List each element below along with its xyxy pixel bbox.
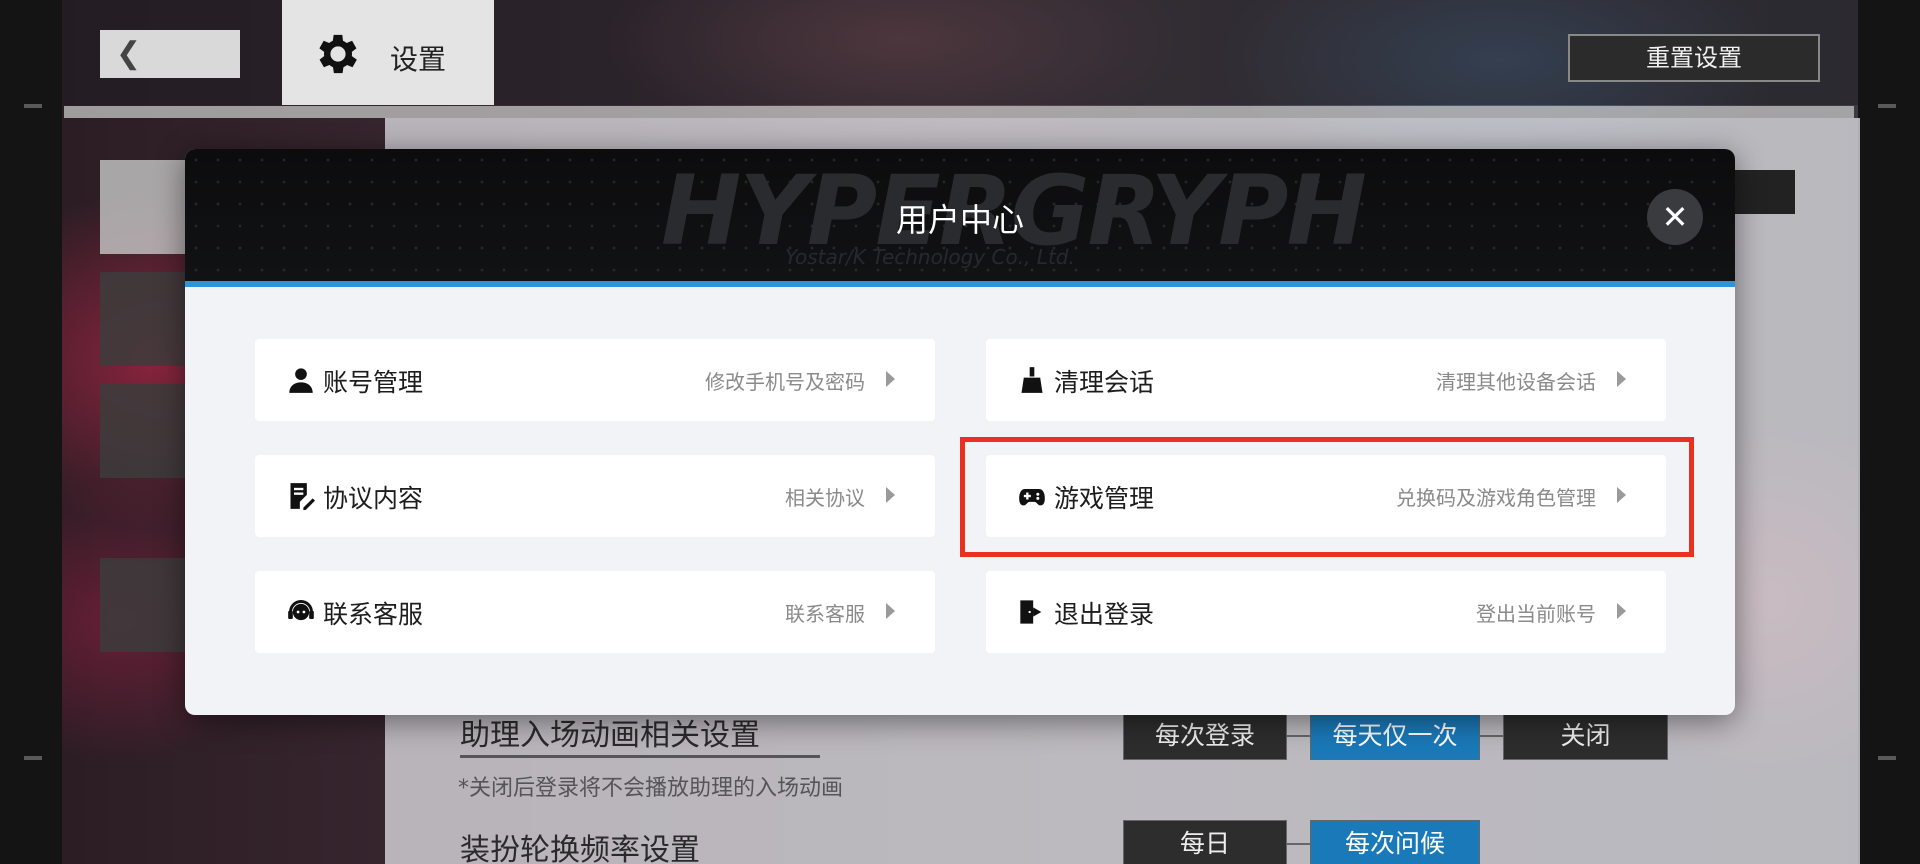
menu-item-account-management[interactable]: 账号管理 修改手机号及密码 (255, 339, 935, 421)
left-rail (0, 0, 62, 864)
option-daily[interactable]: 每日 (1123, 820, 1287, 864)
sidebar-item-controls[interactable] (100, 160, 186, 254)
option-once-daily[interactable]: 每天仅一次 (1310, 712, 1480, 760)
menu-item-desc: 清理其他设备会话 (1436, 370, 1596, 394)
menu-item-agreements[interactable]: 协议内容 相关协议 (255, 455, 935, 537)
sidebar-item-chat[interactable] (100, 384, 186, 478)
gear-icon (319, 34, 357, 74)
chevron-left-icon: ❮ (116, 37, 142, 70)
settings-tab-label: 设置 (390, 43, 447, 76)
chevron-right-icon (1617, 371, 1626, 387)
dialog-header: HYPERGRYPH Yostar/K Technology Co., Ltd.… (185, 149, 1735, 281)
reset-settings-button[interactable]: 重置设置 (1568, 34, 1820, 82)
rail-notch (1878, 756, 1896, 760)
option-off[interactable]: 关闭 (1503, 712, 1668, 760)
rail-notch (24, 756, 42, 760)
divider (64, 106, 1854, 118)
assistant-animation-note: *关闭后登录将不会播放助理的入场动画 (458, 776, 844, 801)
headset-icon (288, 600, 314, 621)
menu-item-label: 协议内容 (323, 484, 424, 513)
option-connector (1286, 735, 1310, 737)
option-connector (1479, 735, 1503, 737)
back-button[interactable]: ❮ (100, 30, 240, 78)
panel-strip (1725, 170, 1795, 214)
menu-item-contact-support[interactable]: 联系客服 联系客服 (255, 571, 935, 653)
chevron-right-icon (886, 371, 895, 387)
highlight-box (960, 437, 1694, 557)
assistant-animation-title: 助理入场动画相关设置 (460, 718, 760, 753)
dialog-title: 用户中心 (895, 201, 1024, 239)
menu-item-desc: 联系客服 (785, 602, 865, 626)
title-underline (460, 755, 820, 758)
menu-item-label: 账号管理 (323, 368, 424, 397)
option-every-login[interactable]: 每次登录 (1123, 712, 1287, 760)
rail-notch (1878, 104, 1896, 108)
brand-watermark-sub: Yostar/K Technology Co., Ltd. (785, 245, 1075, 269)
logout-icon (1020, 600, 1042, 624)
broom-icon (1021, 367, 1043, 393)
screen: ❮ 设置 重置设置 助理入场动画相关设置 *关闭后登录将不会播放助理的入场动画 … (0, 0, 1920, 864)
outfit-rotation-title: 装扮轮换频率设置 (460, 833, 700, 864)
menu-item-logout[interactable]: 退出登录 登出当前账号 (986, 571, 1666, 653)
menu-item-desc: 相关协议 (785, 486, 865, 510)
sidebar-item-sound[interactable] (100, 272, 186, 366)
option-connector (1286, 843, 1310, 845)
menu-item-label: 退出登录 (1054, 600, 1155, 629)
chevron-right-icon (1617, 603, 1626, 619)
menu-item-label: 清理会话 (1054, 368, 1155, 397)
close-button[interactable]: ✕ (1647, 189, 1703, 245)
option-every-greeting[interactable]: 每次问候 (1310, 820, 1480, 864)
user-icon (289, 368, 313, 393)
sidebar-item-user[interactable] (100, 558, 186, 652)
chevron-right-icon (886, 603, 895, 619)
chevron-right-icon (886, 487, 895, 503)
settings-tab[interactable]: 设置 (282, 0, 494, 105)
user-center-dialog: HYPERGRYPH Yostar/K Technology Co., Ltd.… (185, 149, 1735, 715)
menu-item-desc: 修改手机号及密码 (705, 370, 865, 394)
menu-item-desc: 登出当前账号 (1476, 602, 1596, 626)
menu-item-clear-sessions[interactable]: 清理会话 清理其他设备会话 (986, 339, 1666, 421)
document-edit-icon (290, 483, 315, 510)
close-icon: ✕ (1661, 198, 1689, 236)
rail-notch (24, 104, 42, 108)
menu-item-label: 联系客服 (323, 600, 424, 629)
right-rail (1858, 0, 1920, 864)
header-accent-bar (185, 281, 1735, 287)
